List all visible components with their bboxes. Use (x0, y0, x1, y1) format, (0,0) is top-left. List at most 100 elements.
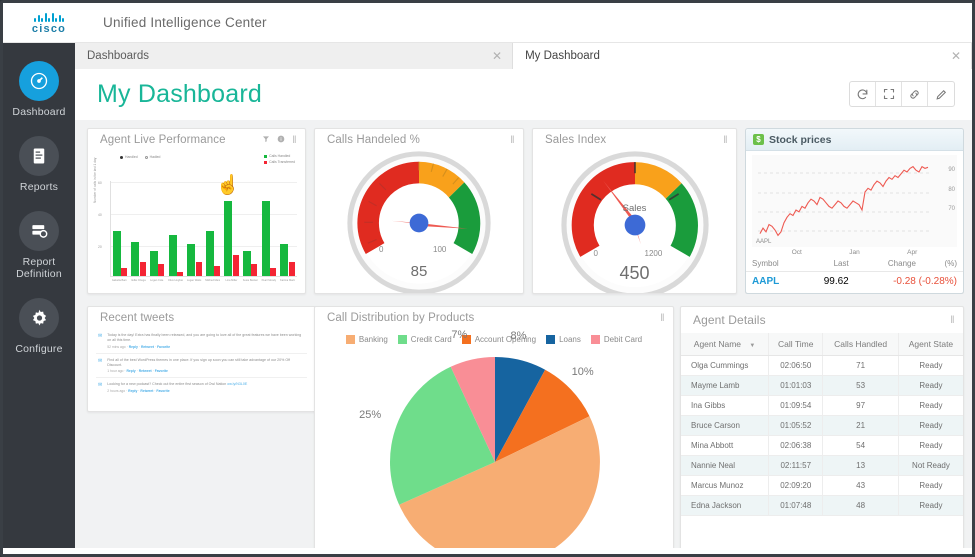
tab-dashboards[interactable]: Dashboards ✕ (75, 43, 513, 69)
table-row[interactable]: Olga Cummings02:06:5071Ready (681, 356, 963, 376)
filter-icon[interactable] (262, 134, 270, 146)
bar-chart-x-labels: Isabella BarnesNellie OrtegaLogan ColeOl… (110, 279, 297, 282)
column-header-calls-handled[interactable]: Calls Handled (823, 333, 899, 356)
gauge-min-label: 0 (594, 249, 598, 258)
pause-icon[interactable]: ‖ (660, 313, 665, 324)
column-header[interactable]: Last (802, 256, 855, 272)
bar-calls-handled[interactable] (113, 231, 121, 276)
bar-calls-transferred[interactable] (270, 268, 276, 276)
column-header[interactable]: (%) (922, 256, 963, 272)
bar-calls-transferred[interactable] (214, 266, 220, 276)
edit-button[interactable] (928, 82, 954, 106)
link-button[interactable] (902, 82, 928, 106)
pie-legend-item[interactable]: Loans (546, 335, 581, 344)
sidebar-item-dashboard[interactable]: Dashboard (3, 61, 75, 118)
table-row[interactable]: Edna Jackson01:07:4848Ready (681, 496, 963, 516)
refresh-button[interactable] (850, 82, 876, 106)
bar-group[interactable] (169, 235, 184, 276)
bar-group[interactable] (113, 231, 128, 276)
table-row[interactable]: Bruce Carson01:05:5221Ready (681, 416, 963, 436)
pause-icon[interactable]: ‖ (292, 135, 297, 146)
sidebar-item-label: Dashboard (12, 106, 65, 118)
sidebar-item-configure[interactable]: Configure (3, 298, 75, 355)
bar-group[interactable] (187, 244, 202, 276)
table-row[interactable]: Nannie Neal02:11:5713Not Ready (681, 456, 963, 476)
bar-calls-transferred[interactable] (251, 264, 257, 276)
column-header[interactable]: Change (855, 256, 922, 272)
tweet-action[interactable]: Reply (129, 345, 138, 349)
bar-calls-transferred[interactable] (121, 268, 127, 276)
bar-calls-transferred[interactable] (233, 255, 239, 276)
table-row[interactable]: Mayme Lamb01:01:0353Ready (681, 376, 963, 396)
fullscreen-button[interactable] (876, 82, 902, 106)
pie-legend-item[interactable]: Banking (346, 335, 388, 344)
bar-calls-handled[interactable] (187, 244, 195, 276)
cell-agent-name: Mina Abbott (681, 436, 769, 456)
widget-title: Sales Index (545, 134, 606, 146)
bar-group[interactable] (243, 251, 258, 276)
chevron-down-icon[interactable]: ▼ (749, 343, 755, 349)
bar-group[interactable] (150, 251, 165, 276)
column-header-agent-name[interactable]: Agent Name ▼ (681, 333, 769, 356)
table-row[interactable]: AAPL 99.62 -0.28 (-0.28%) (746, 272, 963, 292)
bar-calls-handled[interactable] (224, 201, 232, 276)
bar-group[interactable] (131, 242, 146, 276)
bar-calls-handled[interactable] (206, 231, 214, 276)
tweet-action[interactable]: Favorite (155, 369, 168, 373)
pie-slice-label: 10% (572, 366, 594, 378)
cell-call-time: 02:09:20 (769, 476, 823, 496)
pie-chart: 51%25%10%8%7% (315, 344, 673, 548)
column-header-agent-state[interactable]: Agent State (898, 333, 963, 356)
table-row[interactable]: Ina Gibbs01:09:5497Ready (681, 396, 963, 416)
y-axis-title: Number of calls in the last 1 day (93, 158, 97, 203)
bar-calls-handled[interactable] (280, 244, 288, 276)
stock-symbol[interactable]: AAPL (746, 272, 802, 292)
tweet-action[interactable]: Retweet (140, 389, 153, 393)
sidebar-item-report-definition[interactable]: Report Definition (3, 211, 75, 280)
bar-group[interactable] (206, 231, 221, 276)
tab-my-dashboard[interactable]: My Dashboard ✕ (513, 43, 972, 69)
tweet-action[interactable]: Reply (128, 389, 137, 393)
bar-calls-handled[interactable] (169, 235, 177, 276)
gauge-dial: 0 100 85 (347, 151, 491, 294)
bar-calls-handled[interactable] (243, 251, 251, 276)
tweet-action[interactable]: Retweet (141, 345, 154, 349)
report-document-icon (19, 136, 59, 176)
tweet-item[interactable]: ✉Find all of the best WordPress themes i… (96, 354, 307, 379)
close-icon[interactable]: ✕ (951, 50, 961, 62)
bar-calls-transferred[interactable] (158, 264, 164, 276)
bar-calls-transferred[interactable] (177, 272, 183, 276)
tweet-action[interactable]: Favorite (156, 389, 169, 393)
sidebar-item-reports[interactable]: Reports (3, 136, 75, 193)
pause-icon[interactable]: ‖ (723, 135, 728, 146)
bar-calls-handled[interactable] (262, 201, 270, 276)
tweet-action[interactable]: Retweet (139, 369, 152, 373)
cisco-logo-icon[interactable]: cisco (13, 11, 85, 35)
bar-calls-handled[interactable] (150, 251, 158, 276)
bar-calls-handled[interactable] (131, 242, 139, 276)
pause-icon[interactable]: ‖ (950, 315, 955, 326)
series-label: AAPL (756, 239, 771, 245)
tweet-item[interactable]: ✉Today is the day! Extra has finally bee… (96, 329, 307, 354)
table-row[interactable]: Marcus Munoz02:09:2043Ready (681, 476, 963, 496)
bar-calls-transferred[interactable] (289, 262, 295, 276)
bar-group[interactable] (262, 201, 277, 276)
tweet-action[interactable]: Reply (126, 369, 135, 373)
tweet-item[interactable]: ✉Looking for a new podcast? Check out th… (96, 378, 307, 397)
bar-calls-transferred[interactable] (196, 262, 202, 276)
tweet-meta: 1 hour ago · Reply · Retweet · Favorite (107, 369, 305, 373)
column-header-call-time[interactable]: Call Time (769, 333, 823, 356)
pie-legend-item[interactable]: Debit Card (591, 335, 642, 344)
application-window: cisco Unified Intelligence Center Dashbo… (0, 0, 975, 557)
pie-legend-item[interactable]: Credit Card (398, 335, 452, 344)
bar-group[interactable] (280, 244, 295, 276)
close-icon[interactable]: ✕ (492, 50, 502, 62)
tweet-link[interactable]: ow.ly/N3L0E (227, 382, 247, 386)
column-header[interactable]: Symbol (746, 256, 802, 272)
pause-icon[interactable]: ‖ (510, 135, 515, 146)
table-row[interactable]: Mina Abbott02:06:3854Ready (681, 436, 963, 456)
tweet-action[interactable]: Favorite (157, 345, 170, 349)
bar-calls-transferred[interactable] (140, 262, 146, 276)
info-icon[interactable] (277, 134, 285, 146)
bar-group[interactable] (224, 201, 239, 276)
